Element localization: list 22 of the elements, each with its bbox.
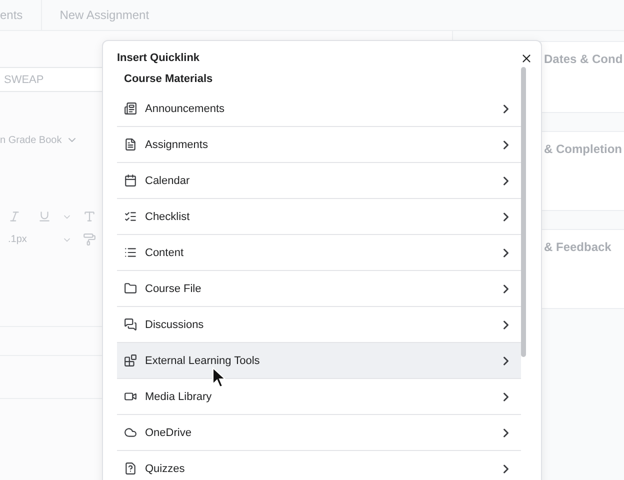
section-heading: Course Materials [123,72,214,87]
list-icon [124,246,137,259]
newspaper-icon [124,102,137,115]
paint-roller-icon[interactable] [82,233,96,246]
font-color-icon[interactable] [82,210,96,223]
grade-book-label: n Grade Book [0,134,62,146]
cursor-icon [212,367,226,389]
quicklink-item[interactable]: External Learning Tools [117,343,521,379]
close-button[interactable] [520,52,533,64]
underline-icon[interactable] [38,210,51,223]
video-camera-icon [124,390,137,403]
cloud-icon [124,426,137,439]
document-icon [124,138,137,151]
checklist-icon [124,210,137,223]
italic-icon[interactable] [8,210,21,223]
chat-icon [124,318,137,331]
question-icon [124,462,137,475]
scrollbar[interactable] [521,67,526,357]
folder-icon [124,282,137,295]
calendar-icon [124,174,137,187]
blocks-icon [124,354,137,367]
dialog-title: Insert Quicklink [117,52,200,64]
